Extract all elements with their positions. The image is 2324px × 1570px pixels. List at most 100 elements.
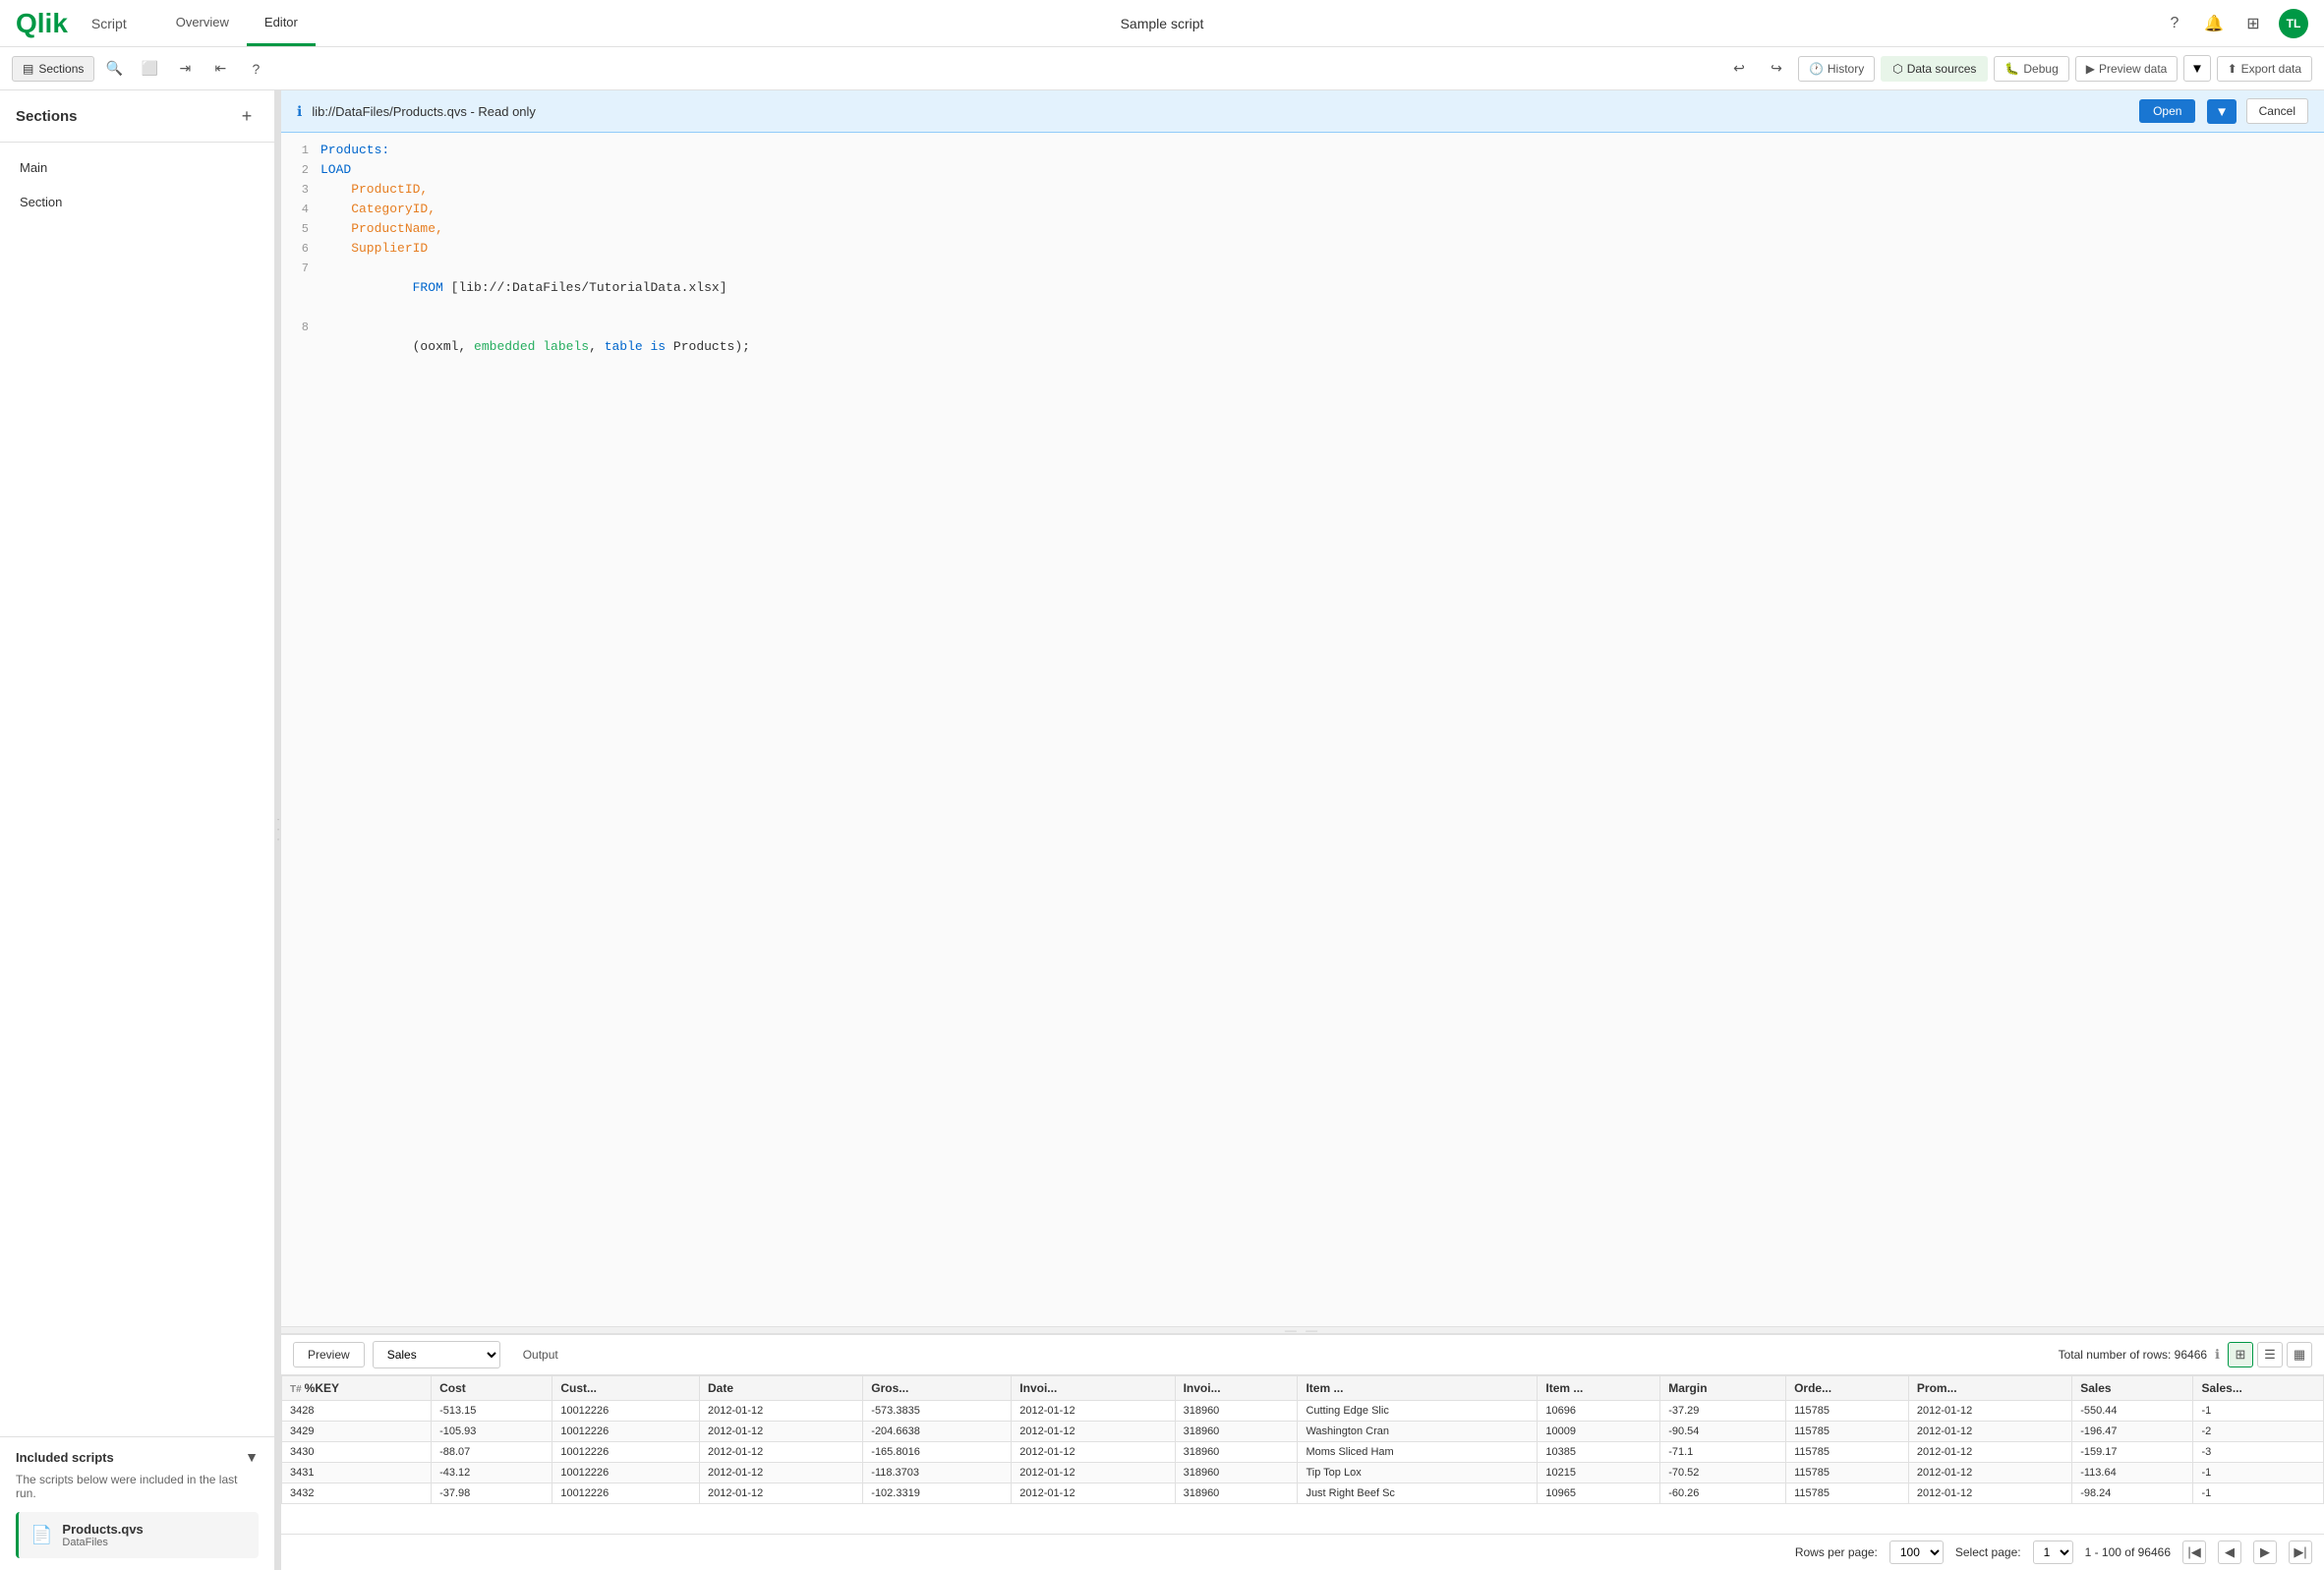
col-header-gros[interactable]: Gros... <box>863 1376 1012 1401</box>
preview-icon: ▶ <box>2086 62 2095 76</box>
section-section[interactable]: Section <box>0 185 274 219</box>
table-select[interactable]: Sales <box>373 1341 500 1368</box>
cancel-button[interactable]: Cancel <box>2246 98 2308 124</box>
compact-view-button[interactable]: ▦ <box>2287 1342 2312 1367</box>
comment-icon-button[interactable]: ⬜ <box>134 53 165 85</box>
readonly-file-text: lib://DataFiles/Products.qvs - Read only <box>312 104 2129 119</box>
indent-right-icon-button[interactable]: ⇥ <box>169 53 201 85</box>
grid-view-button[interactable]: ⊞ <box>2228 1342 2253 1367</box>
sections-title: Sections <box>16 108 78 125</box>
script-path: DataFiles <box>62 1537 143 1548</box>
col-header-date[interactable]: Date <box>699 1376 862 1401</box>
sections-panel-icon: ▤ <box>23 62 33 76</box>
data-sources-icon: ⬡ <box>1892 62 1902 76</box>
data-table: T#%KEY Cost Cust... Date Gros... Invoi..… <box>281 1375 2324 1504</box>
undo-button[interactable]: ↩ <box>1723 53 1755 85</box>
prev-page-button[interactable]: ◀ <box>2218 1541 2241 1564</box>
info-icon: ℹ <box>297 103 302 120</box>
rows-per-page-label: Rows per page: <box>1795 1545 1878 1559</box>
help-icon[interactable]: ? <box>2161 10 2188 37</box>
preview-button[interactable]: Preview <box>293 1342 365 1367</box>
nav-tabs: Overview Editor <box>158 1 316 46</box>
split-resize-handle[interactable]: — — <box>281 1326 2324 1334</box>
last-page-button[interactable]: ▶| <box>2289 1541 2312 1564</box>
table-row: 3432-37.98100122262012-01-12-102.3319201… <box>282 1483 2324 1504</box>
script-name: Products.qvs <box>62 1522 143 1537</box>
col-header-item2[interactable]: Item ... <box>1538 1376 1660 1401</box>
app-name: Script <box>91 16 127 31</box>
col-header-invoi2[interactable]: Invoi... <box>1175 1376 1298 1401</box>
code-editor[interactable]: 1 Products: 2 LOAD 3 ProductID, 4 Catego… <box>281 133 2324 1326</box>
col-header-sales2[interactable]: Sales... <box>2193 1376 2324 1401</box>
grid-icon[interactable]: ⊞ <box>2239 10 2267 37</box>
col-header-cost[interactable]: Cost <box>432 1376 552 1401</box>
table-row: 3429-105.93100122262012-01-12-204.663820… <box>282 1422 2324 1442</box>
export-icon: ⬆ <box>2228 62 2237 76</box>
data-sources-button[interactable]: ⬡ Data sources <box>1881 56 1988 82</box>
code-line-6: 6 SupplierID <box>281 239 2324 259</box>
included-scripts-panel: Included scripts ▼ The scripts below wer… <box>0 1436 274 1570</box>
redo-button[interactable]: ↪ <box>1761 53 1792 85</box>
script-details: Products.qvs DataFiles <box>62 1522 143 1548</box>
col-header-item1[interactable]: Item ... <box>1298 1376 1538 1401</box>
table-header-row: T#%KEY Cost Cust... Date Gros... Invoi..… <box>282 1376 2324 1401</box>
open-button[interactable]: Open <box>2139 99 2195 123</box>
data-table-container[interactable]: T#%KEY Cost Cust... Date Gros... Invoi..… <box>281 1375 2324 1534</box>
table-row: 3428-513.15100122262012-01-12-573.383520… <box>282 1401 2324 1422</box>
bell-icon[interactable]: 🔔 <box>2200 10 2228 37</box>
bottom-toolbar: Preview Sales Output Total number of row… <box>281 1335 2324 1375</box>
select-page-select[interactable]: 1 <box>2033 1541 2073 1564</box>
sections-button[interactable]: ▤ Sections <box>12 56 94 82</box>
toolbar: ▤ Sections 🔍 ⬜ ⇥ ⇤ ? ↩ ↪ 🕐 History ⬡ Dat… <box>0 47 2324 90</box>
code-line-7: 7 FROM [lib://:DataFiles/TutorialData.xl… <box>281 259 2324 318</box>
list-view-button[interactable]: ☰ <box>2257 1342 2283 1367</box>
col-header-orde[interactable]: Orde... <box>1786 1376 1909 1401</box>
preview-data-button[interactable]: ▶ Preview data <box>2075 56 2179 82</box>
section-main[interactable]: Main <box>0 150 274 185</box>
page-range-label: 1 - 100 of 96466 <box>2085 1545 2171 1559</box>
col-header-sales[interactable]: Sales <box>2072 1376 2193 1401</box>
code-line-3: 3 ProductID, <box>281 180 2324 200</box>
code-line-5: 5 ProductName, <box>281 219 2324 239</box>
main-container: Sections + Main Section Included scripts… <box>0 90 2324 1570</box>
tab-editor[interactable]: Editor <box>247 1 316 46</box>
clock-icon: 🕐 <box>1809 62 1824 76</box>
rows-per-page-select[interactable]: 100 <box>1889 1541 1944 1564</box>
code-line-2: 2 LOAD <box>281 160 2324 180</box>
preview-dropdown-button[interactable]: ▼ <box>2183 55 2210 82</box>
editor-pane: ℹ lib://DataFiles/Products.qvs - Read on… <box>281 90 2324 1570</box>
avatar[interactable]: TL <box>2279 9 2308 38</box>
search-icon-button[interactable]: 🔍 <box>98 53 130 85</box>
first-page-button[interactable]: |◀ <box>2182 1541 2206 1564</box>
add-section-button[interactable]: + <box>235 104 259 128</box>
tab-overview[interactable]: Overview <box>158 1 247 46</box>
sections-list: Main Section <box>0 143 274 1436</box>
col-header-key[interactable]: T#%KEY <box>282 1376 432 1401</box>
col-header-cust[interactable]: Cust... <box>552 1376 700 1401</box>
top-nav: Qlik Script Overview Editor Sample scrip… <box>0 0 2324 47</box>
table-row: 3431-43.12100122262012-01-12-118.3703201… <box>282 1463 2324 1483</box>
sidebar: Sections + Main Section Included scripts… <box>0 90 275 1570</box>
history-button[interactable]: 🕐 History <box>1798 56 1875 82</box>
export-data-button[interactable]: ⬆ Export data <box>2217 56 2312 82</box>
output-button[interactable]: Output <box>508 1342 573 1367</box>
table-row: 3430-88.07100122262012-01-12-165.8016201… <box>282 1442 2324 1463</box>
debug-button[interactable]: 🐛 Debug <box>1994 56 2068 82</box>
view-toggle: ⊞ ☰ ▦ <box>2228 1342 2312 1367</box>
total-rows-label: Total number of rows: 96466 <box>2059 1348 2207 1362</box>
col-header-invoi1[interactable]: Invoi... <box>1012 1376 1175 1401</box>
select-page-label: Select page: <box>1955 1545 2021 1559</box>
code-line-1: 1 Products: <box>281 141 2324 160</box>
included-scripts-header: Included scripts ▼ <box>16 1449 259 1465</box>
collapse-included-scripts-button[interactable]: ▼ <box>245 1449 259 1465</box>
next-page-button[interactable]: ▶ <box>2253 1541 2277 1564</box>
col-header-margin[interactable]: Margin <box>1660 1376 1786 1401</box>
script-item[interactable]: 📄 Products.qvs DataFiles <box>16 1512 259 1558</box>
indent-left-icon-button[interactable]: ⇤ <box>204 53 236 85</box>
col-header-prom[interactable]: Prom... <box>1908 1376 2071 1401</box>
bottom-panel: Preview Sales Output Total number of row… <box>281 1334 2324 1570</box>
open-dropdown-button[interactable]: ▼ <box>2207 99 2236 124</box>
debug-icon: 🐛 <box>2004 62 2019 76</box>
info-circle-icon: ℹ <box>2215 1347 2220 1363</box>
help-icon-button[interactable]: ? <box>240 53 271 85</box>
